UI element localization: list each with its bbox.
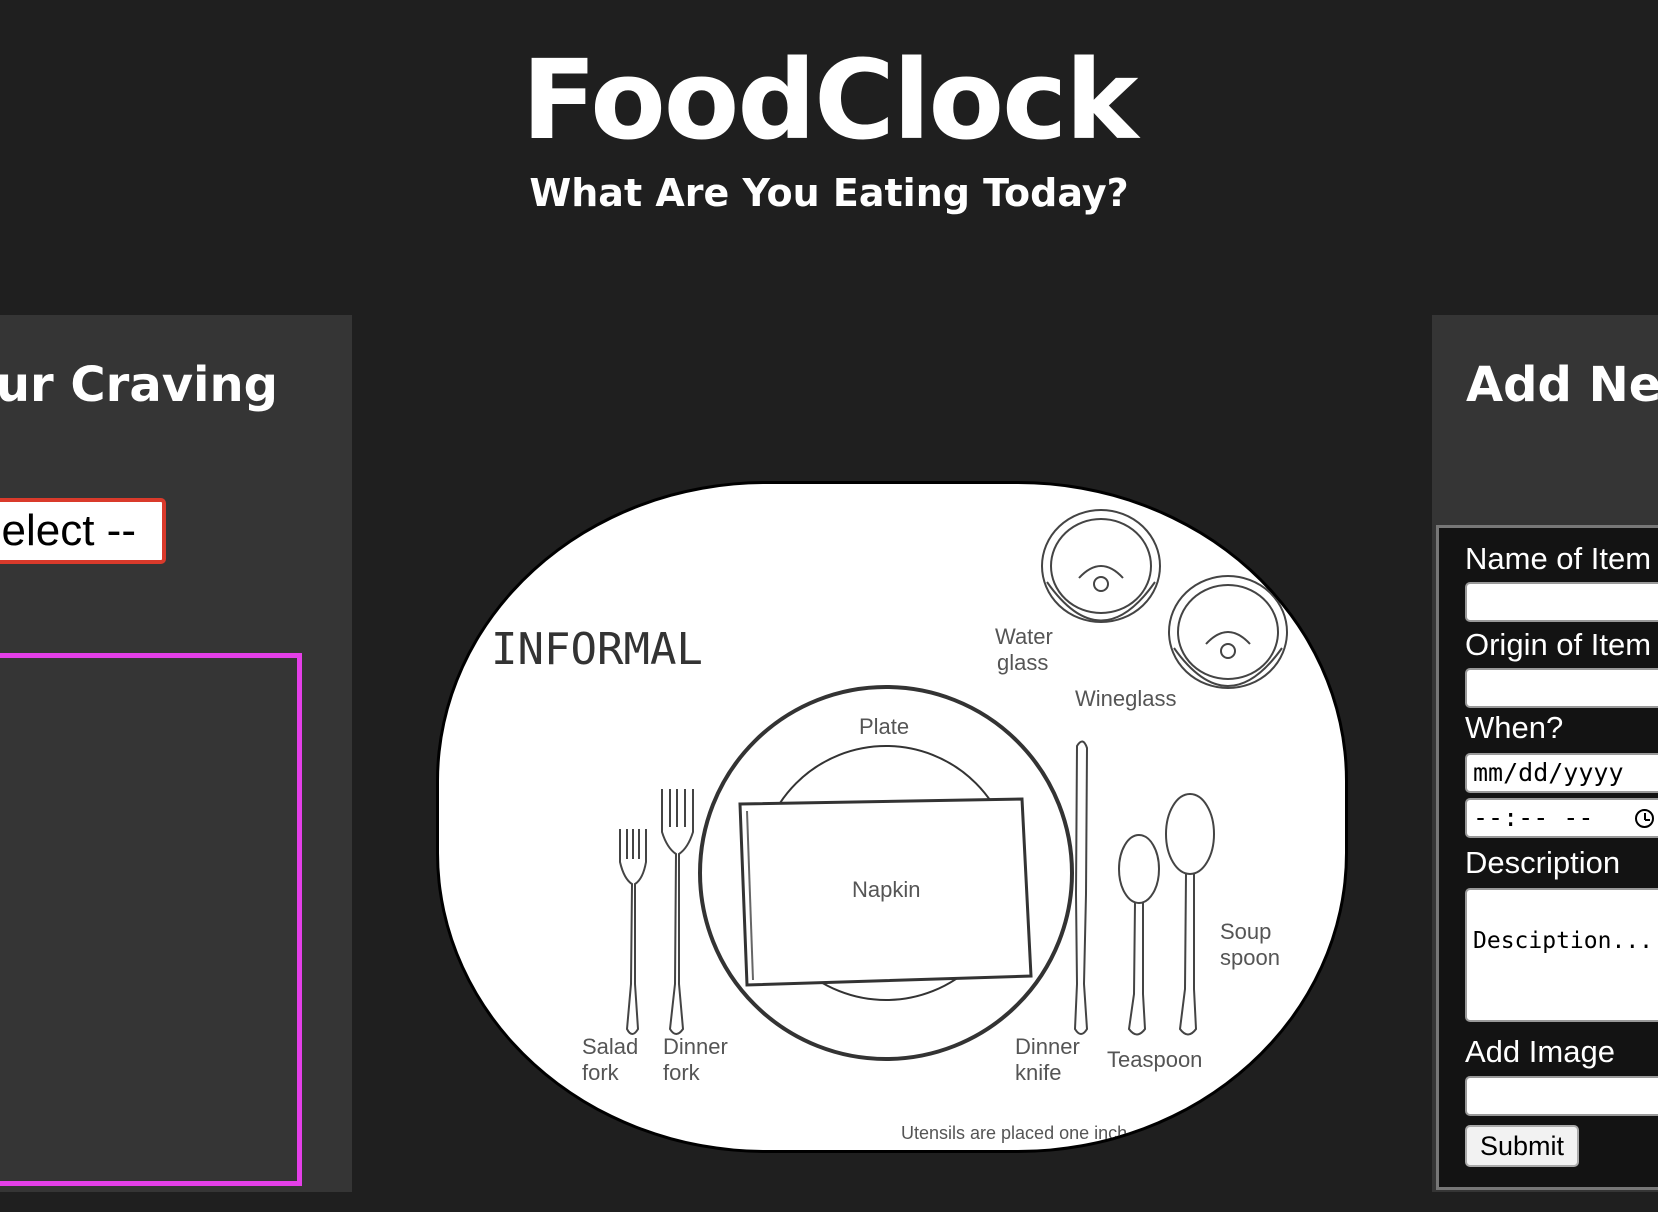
origin-input[interactable] (1465, 668, 1658, 708)
date-input[interactable]: mm/dd/yyyy (1465, 753, 1658, 793)
water-glass-icon (1041, 509, 1161, 623)
page-subtitle: What Are You Eating Today? (529, 171, 1129, 215)
submit-button[interactable]: Submit (1465, 1125, 1579, 1167)
placemat-footnote: Utensils are placed one inch (901, 1123, 1127, 1143)
label-soup-spoon: Soup (1220, 919, 1271, 944)
label-salad-fork: Salad (582, 1034, 638, 1059)
name-label: Name of Item (1465, 541, 1652, 576)
teaspoon-icon (1118, 834, 1160, 1036)
craving-results-box (0, 653, 302, 1186)
description-placeholder: Desciption... (1473, 928, 1654, 954)
label-soup-spoon: spoon (1220, 945, 1280, 970)
header: FoodClock What Are You Eating Today? (0, 0, 1658, 260)
soup-spoon-icon (1165, 793, 1215, 1036)
placemat-image: INFORMAL Water glass Wineglass Plate Nap… (436, 481, 1348, 1153)
add-item-form: Name of Item Origin of Item When? mm/dd/… (1436, 525, 1658, 1190)
time-placeholder: --:-- -- (1473, 803, 1594, 832)
page-title: FoodClock (521, 36, 1139, 164)
description-textarea[interactable]: Desciption... (1465, 888, 1658, 1022)
label-water-glass: Water (995, 624, 1053, 649)
description-label: Description (1465, 845, 1621, 880)
date-placeholder: mm/dd/yyyy (1473, 758, 1624, 787)
label-dinner-fork: Dinner (663, 1034, 728, 1059)
image-label: Add Image (1465, 1034, 1615, 1069)
table-setting-illustration: INFORMAL Water glass Wineglass Plate Nap… (491, 509, 1288, 1143)
label-plate: Plate (859, 714, 909, 739)
craving-heading: Your Craving (0, 357, 278, 413)
label-dinner-fork: fork (663, 1060, 701, 1085)
origin-label: Origin of Item (1465, 627, 1652, 662)
when-label: When? (1465, 710, 1564, 745)
craving-select-value: -- Select -- (0, 506, 136, 555)
label-napkin: Napkin (852, 877, 920, 902)
label-salad-fork: fork (582, 1060, 620, 1085)
add-new-heading: Add New (1466, 357, 1658, 413)
image-input[interactable] (1465, 1076, 1658, 1116)
time-input[interactable]: --:-- -- (1465, 798, 1658, 838)
name-input[interactable] (1465, 582, 1658, 622)
add-new-panel: Add New Name of Item Origin of Item When… (1432, 315, 1658, 1192)
knife-icon (1073, 740, 1089, 1035)
craving-panel: Your Craving -- Select -- (0, 315, 352, 1192)
label-dinner-knife: Dinner (1015, 1034, 1080, 1059)
label-teaspoon: Teaspoon (1107, 1047, 1202, 1072)
wineglass-icon (1168, 575, 1288, 689)
label-wineglass: Wineglass (1075, 686, 1176, 711)
fork-icon (619, 789, 694, 1035)
placemat-heading: INFORMAL (491, 624, 703, 675)
craving-select[interactable]: -- Select -- (0, 498, 166, 564)
label-water-glass: glass (997, 650, 1048, 675)
clock-icon[interactable] (1635, 809, 1654, 828)
label-dinner-knife: knife (1015, 1060, 1061, 1085)
